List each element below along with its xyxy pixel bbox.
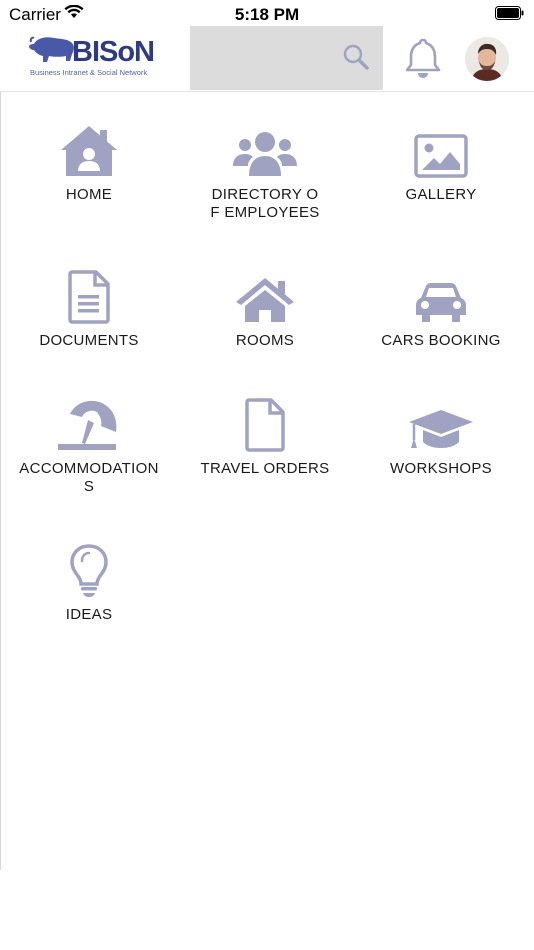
- lightbulb-icon: [70, 544, 108, 597]
- menu-label-documents: DOCUMENTS: [39, 332, 139, 349]
- graduation-cap-icon: [409, 410, 473, 448]
- search-field[interactable]: [190, 26, 383, 90]
- user-avatar[interactable]: [465, 37, 509, 81]
- car-icon: [416, 283, 466, 322]
- beach-umbrella-icon: [58, 400, 117, 450]
- menu-label-cars-booking: CARS BOOKING: [381, 332, 501, 349]
- menu-label-ideas: IDEAS: [65, 606, 113, 623]
- status-bar: Carrier 5:18 PM: [0, 0, 534, 26]
- image-icon: [414, 134, 468, 178]
- file-icon: [245, 398, 285, 452]
- bison-logo[interactable]: BISoN Business Intranet & Social Network: [28, 36, 168, 80]
- menu-item-travel-orders[interactable]: TRAVEL ORDERS: [177, 390, 353, 478]
- menu-item-documents[interactable]: DOCUMENTS: [1, 262, 177, 350]
- menu-item-rooms[interactable]: ROOMS: [177, 262, 353, 350]
- menu-label-gallery: GALLERY: [405, 186, 477, 203]
- menu-label-workshops: WORKSHOPS: [390, 460, 492, 477]
- menu-item-accommodations[interactable]: ACCOMMODATIONS: [1, 390, 177, 496]
- menu-item-workshops[interactable]: WORKSHOPS: [353, 390, 529, 478]
- menu-label-directory-of-employees: DIRECTORY OF EMPLOYEES: [210, 186, 320, 221]
- bell-icon[interactable]: [405, 37, 441, 84]
- app-header: BISoN Business Intranet & Social Network: [0, 26, 534, 92]
- menu-item-home[interactable]: HOME: [1, 116, 177, 204]
- menu-label-rooms: ROOMS: [235, 332, 295, 349]
- document-icon: [68, 270, 110, 324]
- menu-grid: HOME DIRECTORY OF EMPLOYEES GALLERY DOCU…: [0, 92, 534, 870]
- house-icon: [236, 278, 294, 322]
- clock: 5:18 PM: [234, 5, 300, 24]
- battery-icon: [495, 6, 525, 25]
- bison-icon: [29, 36, 74, 62]
- menu-item-ideas[interactable]: IDEAS: [1, 536, 177, 624]
- menu-item-cars-booking[interactable]: CARS BOOKING: [353, 262, 529, 350]
- menu-label-accommodations: ACCOMMODATIONS: [19, 460, 159, 495]
- users-icon: [233, 132, 297, 176]
- menu-label-home: HOME: [65, 186, 113, 203]
- search-icon[interactable]: [342, 43, 370, 76]
- menu-item-gallery[interactable]: GALLERY: [353, 116, 529, 204]
- home-icon: [61, 126, 117, 176]
- logo-subtitle: Business Intranet & Social Network: [30, 68, 148, 77]
- menu-item-directory-of-employees[interactable]: DIRECTORY OF EMPLOYEES: [177, 116, 353, 222]
- menu-label-travel-orders: TRAVEL ORDERS: [200, 460, 330, 477]
- logo-wordmark: BISoN: [72, 36, 155, 68]
